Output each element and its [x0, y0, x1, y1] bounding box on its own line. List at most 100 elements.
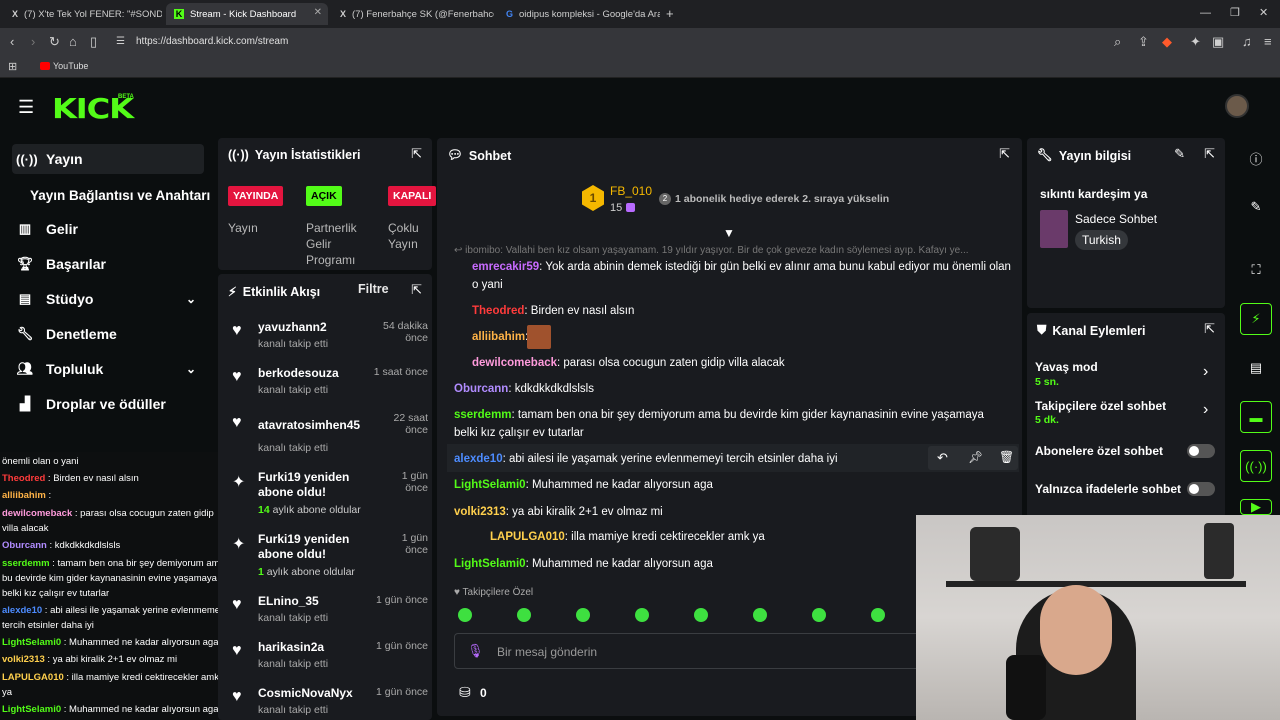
webcam-overlay [916, 515, 1280, 720]
popout-icon[interactable]: ⇱ [999, 146, 1010, 162]
chat-bubble-icon: 💬︎ [447, 148, 463, 162]
reply-icon[interactable]: ↶ [937, 450, 948, 466]
sidebar-item-gelir[interactable]: ▥ Gelir [12, 214, 204, 244]
broadcast-icon[interactable]: ((·)) [1240, 450, 1272, 482]
heart-icon: ♥ [232, 414, 242, 431]
emote-icon[interactable] [517, 608, 531, 622]
activity-item: ✦ Furki19 yeniden abone oldu! 1 gün önce 1 … [232, 532, 428, 578]
heart-icon: ♥ [232, 368, 242, 385]
browser-address-bar: ‹ › ↻ ⌂ ▯ ☰ https://dashboard.kick.com/s… [0, 28, 1280, 56]
back-icon[interactable]: ‹ [10, 35, 14, 49]
media-icon[interactable]: ♫ [1242, 35, 1252, 49]
activity-item: ♥ atavratosimhen45 22 saat önce kanalı taki… [232, 412, 428, 454]
emote-icon[interactable] [458, 608, 472, 622]
emote-icon[interactable] [753, 608, 767, 622]
activity-feed-panel: ⚡︎ Etkinlik Akışı Filtre ⇱ ♥ yavuzhann2 54 … [218, 274, 432, 720]
overlay-line: LAPULGA010 : illa mamiye kredi cektirece… [2, 672, 219, 698]
slow-mode-label[interactable]: Yavaş mod [1035, 360, 1098, 374]
sidebar-item-topluluk[interactable]: 👥︎ Topluluk ⌄ [12, 354, 204, 384]
sidebar-item-denetleme[interactable]: 🔧︎ Denetleme [12, 319, 204, 349]
browser-tab[interactable]: X (7) Fenerbahçe SK (@Fenerbahce) / X [332, 3, 494, 25]
minimize-icon[interactable]: — [1200, 6, 1211, 20]
heart-icon: ♥ [454, 587, 463, 598]
heart-icon: ♥ [232, 642, 242, 659]
sidebar-item-basarilar[interactable]: 🏆︎ Başarılar [12, 249, 204, 279]
heart-icon: ♥ [232, 322, 242, 339]
tab-title: (7) X'te Tek Yol FENER: "#SONDAKİKA [24, 8, 162, 20]
microphone-icon[interactable]: 🎙︎ [467, 643, 484, 659]
home-icon[interactable]: ⌂ [69, 35, 77, 49]
sparkle-icon: ✦ [232, 536, 246, 553]
hamburger-menu-icon[interactable]: ☰ [18, 97, 34, 118]
popout-icon[interactable]: ⇱ [411, 146, 422, 162]
sidebar-item-label: Başarılar [46, 256, 106, 272]
emote-icon[interactable] [635, 608, 649, 622]
sidebar-item-droplar[interactable]: ▟ Droplar ve ödüller [12, 389, 204, 419]
activity-item: ♥ berkodesouza 1 saat önce kanalı takip ett… [232, 366, 428, 396]
chevron-down-icon: ⌄ [185, 362, 196, 376]
popout-icon[interactable]: ⇱ [1204, 321, 1215, 337]
extensions-icon[interactable]: ✦ [1190, 35, 1201, 49]
subscribers-only-label: Abonelere özel sohbet [1035, 444, 1164, 458]
panel-title: ⛊ Kanal Eylemleri [1037, 323, 1146, 338]
panel-title: ⚡︎ Etkinlik Akışı [228, 284, 321, 300]
overlay-line: alliibahim : [2, 490, 52, 501]
filter-button[interactable]: Filtre [358, 282, 389, 296]
close-window-icon[interactable]: ✕ [1259, 6, 1268, 20]
avatar[interactable] [1225, 94, 1249, 118]
pin-icon[interactable]: 📌︎ [968, 450, 983, 464]
reload-icon[interactable]: ↻ [49, 35, 60, 49]
bookmark-icon[interactable]: ▯ [90, 35, 97, 49]
sidebar-item-yayin[interactable]: ((·)) Yayın [12, 144, 204, 174]
document-icon[interactable]: ▤ [1240, 352, 1272, 384]
emotes-only-toggle[interactable] [1187, 482, 1215, 496]
emote-icon[interactable] [871, 608, 885, 622]
pinned-toggle-icon[interactable]: ▼ [723, 226, 735, 240]
overlay-line: sserdemm : tamam ben ona bir şey demiyor… [2, 558, 225, 599]
camera-icon[interactable]: ▶ [1240, 499, 1272, 515]
treasure-icon[interactable]: ⛁ [459, 684, 471, 701]
followers-only-label[interactable]: Takipçilere özel sohbet [1035, 399, 1166, 413]
apps-grid-icon[interactable]: ⊞ [8, 60, 17, 74]
browser-tab[interactable]: X (7) X'te Tek Yol FENER: "#SONDAKİKA [4, 3, 162, 25]
zoom-icon[interactable]: ⌕ [1114, 35, 1121, 49]
brave-shield-icon[interactable]: ◆ [1162, 35, 1172, 49]
menu-icon[interactable]: ≡ [1264, 35, 1272, 49]
browser-tab[interactable]: Goidipus kompleksi - Google'da Ara [498, 3, 660, 25]
focus-icon[interactable]: ⛶ [1240, 254, 1272, 286]
close-tab-icon[interactable]: ✕ [314, 7, 322, 18]
chevron-right-icon[interactable]: › [1203, 401, 1208, 419]
site-settings-icon[interactable]: ☰ [116, 35, 125, 49]
emote-icon[interactable] [694, 608, 708, 622]
popout-icon[interactable]: ⇱ [1204, 146, 1215, 162]
emote-icon[interactable] [812, 608, 826, 622]
trash-icon[interactable]: 🗑︎ [999, 450, 1014, 464]
forward-icon[interactable]: › [31, 35, 35, 49]
language-tag: Turkish [1075, 230, 1128, 250]
bookmark-youtube[interactable]: YouTube [53, 61, 88, 71]
top-gifter-name[interactable]: FB_010 [610, 184, 652, 198]
popout-icon[interactable]: ⇱ [411, 282, 422, 298]
sidebar-toggle-icon[interactable]: ▣ [1212, 35, 1224, 49]
maximize-icon[interactable]: ❐ [1230, 6, 1240, 20]
panel-title: 🔧︎ Yayın bilgisi [1037, 148, 1132, 163]
chat-bubble-icon[interactable]: ▬ [1240, 401, 1272, 433]
share-icon[interactable]: ⇪ [1138, 35, 1149, 49]
sidebar-item-label: Yayın [46, 151, 83, 167]
edit-icon[interactable]: ✎ [1174, 146, 1185, 162]
chevron-right-icon[interactable]: › [1203, 363, 1208, 381]
category-name[interactable]: Sadece Sohbet [1075, 212, 1157, 226]
emote-icon[interactable] [576, 608, 590, 622]
sidebar-item-stream-key[interactable]: Yayın Bağlantısı ve Anahtarı [26, 180, 218, 210]
chat-input[interactable]: 🎙︎ Bir mesaj gönderin [454, 633, 924, 669]
browser-tab-active[interactable]: K Stream - Kick Dashboard ✕ [166, 3, 328, 25]
category-thumbnail [1040, 210, 1068, 248]
sidebar-item-studyo[interactable]: ▤ Stüdyo ⌄ [12, 284, 204, 314]
subscribers-only-toggle[interactable] [1187, 444, 1215, 458]
url-field[interactable]: https://dashboard.kick.com/stream [136, 36, 288, 47]
lightning-icon[interactable]: ⚡︎ [1240, 303, 1272, 335]
pen-icon[interactable]: ✎ [1240, 191, 1272, 223]
sparkle-icon: ✦ [232, 474, 246, 491]
info-icon[interactable]: ⓘ [1240, 142, 1272, 174]
new-tab-icon[interactable]: + [666, 7, 674, 21]
